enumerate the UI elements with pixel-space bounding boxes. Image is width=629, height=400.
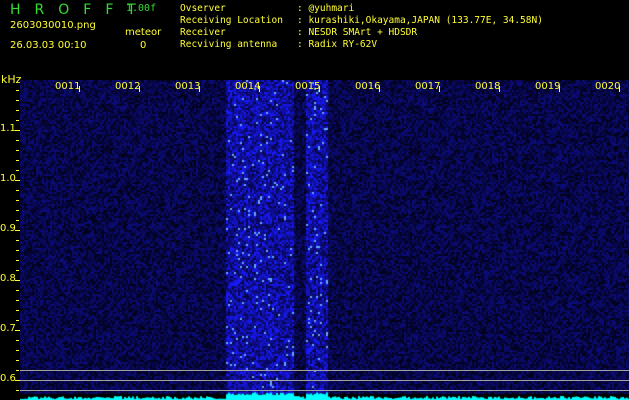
time-label: 0017 [415, 81, 441, 92]
y-minor-tick [16, 220, 19, 221]
marker-line [20, 390, 629, 391]
time-label: 0019 [535, 81, 561, 92]
time-label: 0015 [295, 81, 321, 92]
y-minor-tick [16, 350, 19, 351]
y-minor-tick [16, 240, 19, 241]
y-tick-label: 0.7 [0, 323, 16, 334]
info-value-antenna: : Radix RY-62V [297, 39, 378, 50]
version-label: 1.00f [126, 3, 157, 14]
y-minor-tick [16, 310, 19, 311]
time-tick [439, 86, 440, 92]
spectrogram [20, 80, 629, 400]
y-minor-tick [16, 260, 19, 261]
time-tick [79, 86, 80, 92]
y-tick-label: 0.9 [0, 223, 16, 234]
marker-line [20, 370, 629, 371]
time-tick [139, 86, 140, 92]
y-minor-tick [16, 340, 19, 341]
y-minor-tick [16, 210, 19, 211]
y-minor-tick [16, 290, 19, 291]
y-minor-tick [16, 360, 19, 361]
y-minor-tick [16, 200, 19, 201]
y-tick-label: 0.6 [0, 373, 16, 384]
y-minor-tick [16, 140, 19, 141]
info-value-receiver: : NESDR SMArt + HDSDR [297, 27, 418, 38]
y-minor-tick [16, 180, 19, 181]
y-minor-tick [16, 280, 19, 281]
info-label-observer: Ovserver [180, 3, 226, 14]
meteor-count: 0 [140, 40, 147, 51]
y-minor-tick [16, 380, 19, 381]
y-minor-tick [16, 270, 19, 271]
y-minor-tick [16, 370, 19, 371]
time-tick [199, 86, 200, 92]
info-value-observer: : @yuhmari [297, 3, 355, 14]
y-minor-tick [16, 390, 19, 391]
y-minor-tick [16, 120, 19, 121]
time-tick [499, 86, 500, 92]
time-tick [559, 86, 560, 92]
time-tick [379, 86, 380, 92]
y-minor-tick [16, 150, 19, 151]
time-tick [259, 86, 260, 92]
y-minor-tick [16, 170, 19, 171]
time-tick [619, 86, 620, 92]
info-value-location: : kurashiki,Okayama,JAPAN (133.77E, 34.5… [297, 15, 543, 26]
y-minor-tick [16, 320, 19, 321]
marker-line [20, 380, 629, 381]
time-tick [319, 86, 320, 92]
meteor-label: meteor [125, 27, 162, 38]
y-tick-label: 1.0 [0, 173, 16, 184]
datetime-label: 26.03.03 00:10 [10, 40, 87, 51]
y-minor-tick [16, 160, 19, 161]
y-minor-tick [16, 330, 19, 331]
y-minor-tick [16, 110, 19, 111]
y-tick-label: 0.8 [0, 273, 16, 284]
y-axis-unit: kHz [1, 73, 22, 86]
info-label-antenna: Recviving antenna [180, 39, 278, 50]
time-label: 0012 [115, 81, 141, 92]
y-minor-tick [16, 100, 19, 101]
info-label-receiver: Receiver [180, 27, 226, 38]
y-minor-tick [16, 90, 19, 91]
y-minor-tick [16, 190, 19, 191]
time-label: 0013 [175, 81, 201, 92]
y-tick-label: 1.1 [0, 123, 16, 134]
y-minor-tick [16, 130, 19, 131]
y-minor-tick [16, 300, 19, 301]
filename-label: 2603030010.png [10, 20, 96, 31]
time-label: 0016 [355, 81, 381, 92]
y-minor-tick [16, 230, 19, 231]
info-label-location: Receiving Location [180, 15, 283, 26]
time-label: 0011 [55, 81, 81, 92]
y-minor-tick [16, 250, 19, 251]
time-label: 0018 [475, 81, 501, 92]
time-label: 0014 [235, 81, 261, 92]
time-label: 0020 [595, 81, 621, 92]
